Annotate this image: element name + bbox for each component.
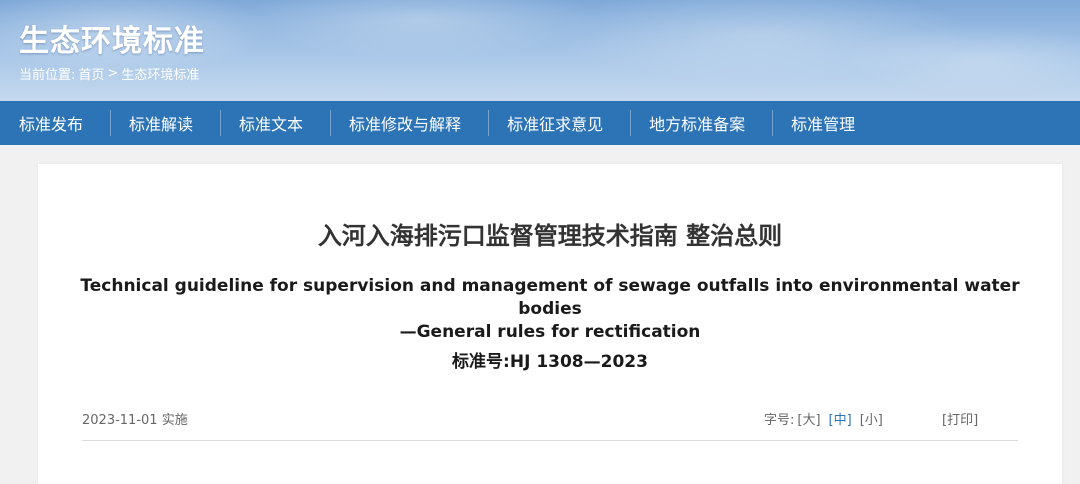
- nav-item-standard-consultation[interactable]: 标准征求意见: [488, 101, 630, 145]
- site-banner: 生态环境标准 当前位置: 首页 > 生态环境标准: [0, 0, 1080, 101]
- document-title-en-line1: Technical guideline for supervision and …: [80, 276, 1020, 319]
- document-title-cn: 入河入海排污口监督管理技术指南 整治总则: [317, 222, 783, 250]
- nav-item-local-standard-filing[interactable]: 地方标准备案: [630, 101, 772, 145]
- breadcrumb-prefix: 当前位置:: [19, 68, 76, 83]
- site-title[interactable]: 生态环境标准: [19, 16, 205, 60]
- breadcrumb: 当前位置: 首页 > 生态环境标准: [19, 64, 199, 83]
- meta-divider: [82, 440, 1018, 441]
- nav-item-standard-text[interactable]: 标准文本: [220, 101, 330, 145]
- font-size-large-button[interactable]: [大]: [797, 409, 820, 428]
- breadcrumb-home-link[interactable]: 首页: [78, 64, 104, 83]
- standard-number-label: 标准号:: [452, 352, 510, 372]
- document-title-en-line2: —General rules for rectification: [399, 322, 701, 342]
- print-button[interactable]: [打印]: [942, 409, 978, 428]
- font-size-tools: 字号: [大] [中] [小]: [764, 409, 891, 428]
- standard-number-value: HJ 1308—2023: [509, 352, 648, 372]
- font-size-label: 字号:: [764, 413, 795, 428]
- article-card: 入河入海排污口监督管理技术指南 整治总则 Technical guideline…: [38, 164, 1062, 484]
- font-size-small-button[interactable]: [小]: [860, 409, 883, 428]
- main-nav: 标准发布 标准解读 标准文本 标准修改与解释 标准征求意见 地方标准备案 标准管…: [0, 101, 1080, 145]
- font-size-medium-button[interactable]: [中]: [829, 409, 852, 428]
- standard-number: 标准号:HJ 1308—2023: [38, 347, 1062, 372]
- nav-item-standard-release[interactable]: 标准发布: [0, 101, 110, 145]
- breadcrumb-separator: >: [107, 66, 119, 81]
- implementation-date-value: 2023-11-01: [82, 413, 158, 428]
- nav-item-standard-management[interactable]: 标准管理: [772, 101, 882, 145]
- breadcrumb-current-link[interactable]: 生态环境标准: [121, 64, 199, 83]
- nav-item-standard-interpretation[interactable]: 标准解读: [110, 101, 220, 145]
- nav-item-standard-amendment[interactable]: 标准修改与解释: [330, 101, 488, 145]
- implementation-date: 2023-11-01 实施: [82, 409, 188, 428]
- document-title-en: Technical guideline for supervision and …: [68, 275, 1032, 344]
- implementation-suffix: 实施: [161, 413, 188, 428]
